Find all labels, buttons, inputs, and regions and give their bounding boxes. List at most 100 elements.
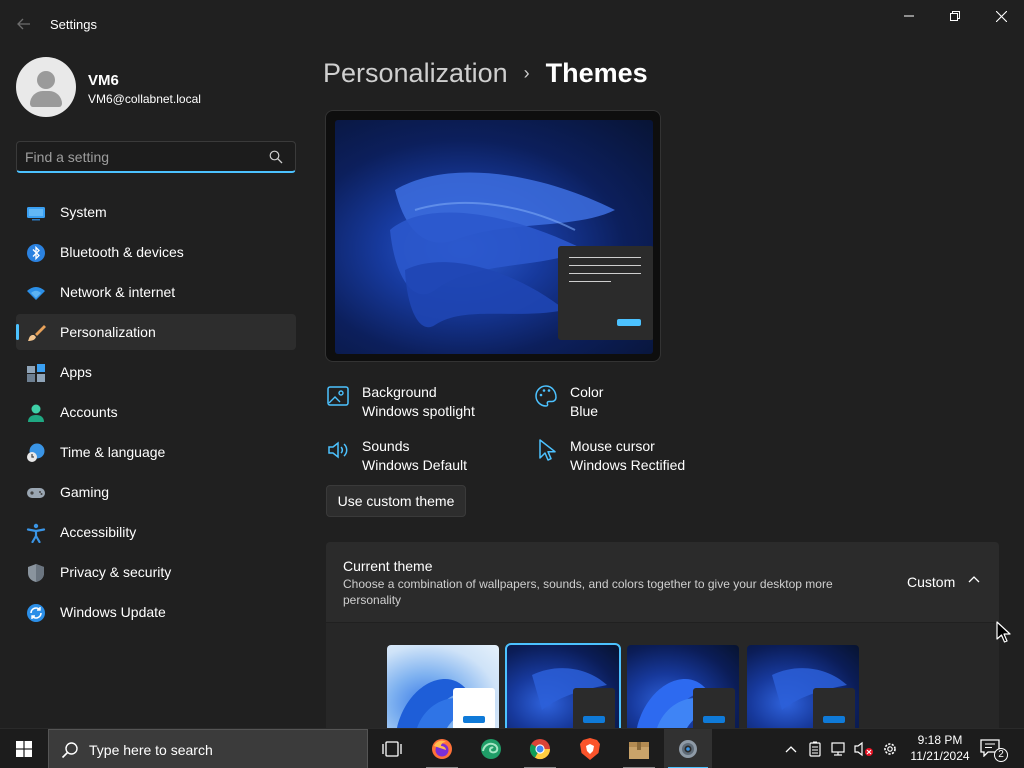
- chevron-up-icon[interactable]: [966, 572, 982, 588]
- sidebar-item-label: Time & language: [60, 444, 166, 460]
- mouse-cursor-value: Windows Rectified: [570, 457, 686, 473]
- sidebar-item-apps[interactable]: Apps: [16, 354, 296, 390]
- volume-muted-icon: [854, 741, 873, 757]
- image-icon: [327, 386, 349, 406]
- network-icon: [831, 742, 845, 756]
- theme-preview: [325, 110, 661, 362]
- tray-battery[interactable]: [804, 729, 826, 768]
- taskbar-app-chrome[interactable]: [516, 729, 564, 768]
- taskbar-app-brave[interactable]: [566, 729, 614, 768]
- avatar[interactable]: [16, 57, 76, 117]
- tray-settings[interactable]: [878, 729, 902, 768]
- sidebar-item-personalization[interactable]: Personalization: [16, 314, 296, 350]
- preview-wallpaper: [335, 120, 653, 354]
- taskbar-app-firefox[interactable]: [418, 729, 466, 768]
- taskbar-clock[interactable]: 9:18 PM 11/21/2024: [905, 732, 975, 764]
- task-view-button[interactable]: [368, 729, 416, 768]
- edge-beta-icon: [481, 739, 501, 759]
- gamepad-icon: [27, 488, 45, 498]
- background-property[interactable]: Background Windows spotlight: [326, 384, 506, 424]
- taskbar-search[interactable]: Type here to search: [48, 729, 368, 768]
- taskbar: Type here to search 9:18 PM 11/21/2024 2: [0, 728, 1024, 768]
- preview-window: [558, 246, 653, 340]
- app-title: Settings: [50, 17, 97, 32]
- sidebar-item-time-language[interactable]: Time & language: [16, 434, 296, 470]
- background-value: Windows spotlight: [362, 403, 475, 419]
- sidebar-item-privacy[interactable]: Privacy & security: [16, 554, 296, 590]
- preview-line: [569, 273, 641, 274]
- sidebar-item-windows-update[interactable]: Windows Update: [16, 594, 296, 630]
- notification-center-button[interactable]: 2: [980, 737, 1008, 762]
- sidebar-item-label: Privacy & security: [60, 564, 172, 580]
- accessibility-icon: [26, 523, 46, 543]
- start-button[interactable]: [0, 729, 48, 768]
- tray-volume[interactable]: [852, 729, 876, 768]
- bluetooth-icon: [27, 244, 45, 262]
- sidebar-item-label: Gaming: [60, 484, 110, 500]
- search-icon: [61, 742, 78, 759]
- theme-mini-button: [823, 716, 845, 723]
- taskbar-app-edge[interactable]: [467, 729, 515, 768]
- search-input[interactable]: [25, 147, 265, 167]
- package-icon: [629, 742, 649, 759]
- breadcrumb-parent[interactable]: Personalization: [323, 58, 508, 89]
- user-name: VM6: [88, 72, 119, 89]
- sidebar-item-label: Network & internet: [60, 284, 176, 300]
- taskbar-search-placeholder: Type here to search: [89, 742, 213, 758]
- back-button[interactable]: [12, 12, 36, 36]
- theme-thumbnail[interactable]: [387, 645, 499, 728]
- restore-button[interactable]: [932, 0, 978, 32]
- cursor-icon: [539, 439, 556, 461]
- sidebar-item-label: System: [60, 204, 107, 220]
- chrome-icon: [529, 739, 551, 760]
- close-button[interactable]: [978, 0, 1024, 32]
- sounds-property[interactable]: Sounds Windows Default: [326, 438, 506, 478]
- sounds-label: Sounds: [362, 438, 410, 454]
- sidebar-item-label: Personalization: [60, 324, 156, 340]
- page-title: Themes: [545, 58, 648, 88]
- search-box[interactable]: [16, 141, 296, 173]
- settings-gear-icon: [679, 740, 697, 758]
- preview-line: [569, 281, 611, 282]
- sidebar-nav: System Bluetooth & devices Network & int…: [16, 194, 296, 634]
- theme-thumbnail[interactable]: [747, 645, 859, 728]
- theme-thumbnail[interactable]: [505, 643, 621, 730]
- sidebar-item-system[interactable]: System: [16, 194, 296, 230]
- sidebar-item-label: Accounts: [60, 404, 118, 420]
- theme-thumbnail[interactable]: [627, 645, 739, 728]
- sidebar-item-accessibility[interactable]: Accessibility: [16, 514, 296, 550]
- current-theme-description: Choose a combination of wallpapers, soun…: [343, 577, 833, 607]
- current-theme-value: Custom: [907, 574, 956, 590]
- minimize-icon: [904, 15, 914, 17]
- avatar-body: [30, 91, 62, 107]
- paintbrush-icon: [28, 325, 46, 341]
- preview-button: [617, 319, 641, 326]
- avatar-head: [37, 71, 55, 89]
- taskbar-app-settings[interactable]: [664, 729, 712, 768]
- title-bar: Settings: [0, 0, 1024, 48]
- color-label: Color: [570, 384, 604, 400]
- sidebar-item-label: Accessibility: [60, 524, 137, 540]
- theme-mini-button: [703, 716, 725, 723]
- tray-overflow-button[interactable]: [780, 729, 802, 768]
- wifi-icon: [27, 287, 45, 300]
- palette-icon: [535, 385, 557, 407]
- sidebar-item-accounts[interactable]: Accounts: [16, 394, 296, 430]
- tray-network[interactable]: [828, 729, 850, 768]
- speaker-icon: [328, 441, 348, 459]
- sidebar-item-bluetooth[interactable]: Bluetooth & devices: [16, 234, 296, 270]
- search-icon: [269, 150, 283, 164]
- sidebar-item-gaming[interactable]: Gaming: [16, 474, 296, 510]
- use-custom-theme-button[interactable]: Use custom theme: [326, 485, 466, 517]
- color-value: Blue: [570, 403, 599, 419]
- color-property[interactable]: Color Blue: [534, 384, 654, 424]
- minimize-button[interactable]: [886, 0, 932, 32]
- sidebar-item-network[interactable]: Network & internet: [16, 274, 296, 310]
- mouse-cursor-property[interactable]: Mouse cursor Windows Rectified: [534, 438, 714, 478]
- restore-icon: [950, 11, 960, 21]
- sidebar-item-label: Windows Update: [60, 604, 166, 620]
- current-theme-card[interactable]: Current theme Choose a combination of wa…: [326, 542, 999, 622]
- taskbar-app-package[interactable]: [615, 729, 663, 768]
- theme-mini-button: [583, 716, 605, 723]
- clock-date: 11/21/2024: [910, 749, 970, 763]
